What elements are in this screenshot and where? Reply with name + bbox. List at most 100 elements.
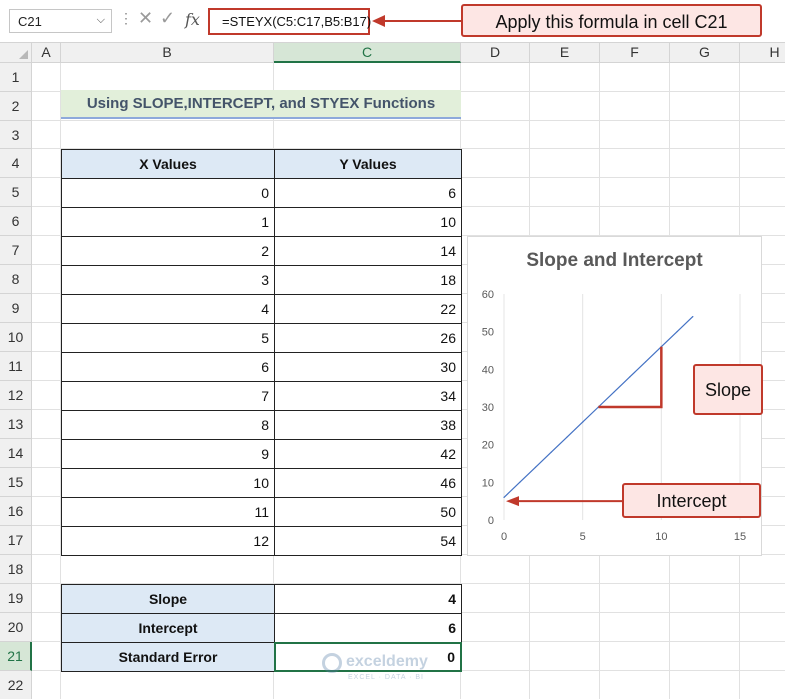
row-header-10[interactable]: 10 [0, 323, 32, 352]
data-point [550, 451, 552, 453]
y-tick-label: 0 [488, 515, 494, 527]
row-header-6[interactable]: 6 [0, 207, 32, 236]
row-header-19[interactable]: 19 [0, 584, 32, 613]
column-header-b[interactable]: B [61, 43, 274, 63]
y-value-cell-text: 14 [440, 243, 456, 259]
slope-value-text: 4 [448, 591, 456, 607]
column-header-h[interactable]: H [740, 43, 785, 63]
y-value-cell[interactable]: 54 [274, 526, 462, 556]
intercept-value-text: 6 [448, 620, 456, 636]
column-header-e[interactable]: E [530, 43, 600, 63]
row-header-2[interactable]: 2 [0, 92, 32, 121]
x-value-cell-text: 5 [261, 330, 269, 346]
x-value-cell[interactable]: 11 [61, 497, 275, 527]
row-header-1[interactable]: 1 [0, 63, 32, 92]
select-all-corner[interactable] [0, 43, 32, 63]
x-value-cell[interactable]: 7 [61, 381, 275, 411]
more-options-icon[interactable]: ⋮ [119, 10, 133, 27]
row-header-8[interactable]: 8 [0, 265, 32, 294]
slope-label[interactable]: Slope [61, 584, 275, 614]
x-value-cell[interactable]: 5 [61, 323, 275, 353]
x-value-cell-text: 9 [261, 446, 269, 462]
row-header-18[interactable]: 18 [0, 555, 32, 584]
y-value-cell[interactable]: 34 [274, 381, 462, 411]
standard-error-label[interactable]: Standard Error [61, 642, 275, 672]
y-value-cell[interactable]: 30 [274, 352, 462, 382]
column-header-d[interactable]: D [461, 43, 530, 63]
x-value-cell-text: 12 [253, 533, 269, 549]
intercept-arrow-icon [506, 496, 519, 507]
row-header-13[interactable]: 13 [0, 410, 32, 439]
enter-check-icon[interactable]: ✓ [160, 8, 175, 34]
x-value-cell[interactable]: 1 [61, 207, 275, 237]
x-value-cell[interactable]: 12 [61, 526, 275, 556]
column-header-f[interactable]: F [600, 43, 670, 63]
y-value-cell-text: 34 [440, 388, 456, 404]
y-value-cell[interactable]: 26 [274, 323, 462, 353]
x-value-cell[interactable]: 9 [61, 439, 275, 469]
row-header-17[interactable]: 17 [0, 526, 32, 555]
arrow-line [384, 20, 462, 22]
column-header-c[interactable]: C [274, 43, 461, 63]
x-value-cell[interactable]: 2 [61, 236, 275, 266]
y-value-cell[interactable]: 46 [274, 468, 462, 498]
x-value-cell[interactable]: 10 [61, 468, 275, 498]
name-box[interactable]: C21 ⌵ [9, 9, 112, 33]
column-header-a[interactable]: A [32, 43, 61, 63]
x-value-cell-text: 3 [261, 272, 269, 288]
intercept-value[interactable]: 6 [274, 613, 462, 643]
y-tick-label: 40 [482, 364, 494, 376]
formula-input[interactable]: =STEYX(C5:C17,B5:B17) [208, 8, 371, 35]
x-value-cell[interactable]: 8 [61, 410, 275, 440]
slope-value[interactable]: 4 [274, 584, 462, 614]
x-value-cell[interactable]: 3 [61, 265, 275, 295]
x-value-cell[interactable]: 0 [61, 178, 275, 208]
chevron-down-icon[interactable]: ⌵ [97, 14, 105, 27]
name-box-value: C21 [18, 14, 42, 29]
row-header-11[interactable]: 11 [0, 352, 32, 381]
y-value-cell[interactable]: 6 [274, 178, 462, 208]
row-header-3[interactable]: 3 [0, 121, 32, 149]
x-value-cell[interactable]: 6 [61, 352, 275, 382]
row-header-9[interactable]: 9 [0, 294, 32, 323]
cancel-icon[interactable]: ✕ [138, 8, 153, 34]
row-header-12[interactable]: 12 [0, 381, 32, 410]
x-value-cell-text: 2 [261, 243, 269, 259]
y-value-cell[interactable]: 42 [274, 439, 462, 469]
row-header-20[interactable]: 20 [0, 613, 32, 642]
row-header-21[interactable]: 21 [0, 642, 32, 671]
y-values-header-text: Y Values [339, 156, 397, 172]
sheet-title[interactable]: Using SLOPE,INTERCEPT, and STYEX Functio… [61, 90, 461, 119]
x-values-header-text: X Values [139, 156, 197, 172]
x-value-cell-text: 11 [254, 504, 269, 520]
row-header-16[interactable]: 16 [0, 497, 32, 526]
data-point [629, 376, 631, 378]
y-value-cell[interactable]: 14 [274, 236, 462, 266]
data-point [613, 391, 615, 393]
intercept-callout: Intercept [622, 483, 761, 518]
y-value-cell-text: 22 [440, 301, 456, 317]
row-header-14[interactable]: 14 [0, 439, 32, 468]
row-header-4[interactable]: 4 [0, 149, 32, 178]
x-value-cell-text: 1 [261, 214, 269, 230]
intercept-label[interactable]: Intercept [61, 613, 275, 643]
select-all-icon [19, 50, 28, 59]
y-value-cell[interactable]: 10 [274, 207, 462, 237]
row-header-5[interactable]: 5 [0, 178, 32, 207]
row-header-22[interactable]: 22 [0, 671, 32, 699]
insert-function-icon[interactable]: fx [185, 10, 200, 36]
y-value-cell[interactable]: 38 [274, 410, 462, 440]
row-header-15[interactable]: 15 [0, 468, 32, 497]
slope-callout: Slope [693, 364, 763, 415]
data-point [645, 361, 647, 363]
y-value-cell-text: 46 [440, 475, 456, 491]
y-value-cell[interactable]: 18 [274, 265, 462, 295]
y-values-header[interactable]: Y Values [274, 149, 462, 179]
x-values-header[interactable]: X Values [61, 149, 275, 179]
watermark-name: exceldemy [346, 653, 428, 670]
column-header-g[interactable]: G [670, 43, 740, 63]
y-value-cell[interactable]: 22 [274, 294, 462, 324]
y-value-cell[interactable]: 50 [274, 497, 462, 527]
x-value-cell[interactable]: 4 [61, 294, 275, 324]
row-header-7[interactable]: 7 [0, 236, 32, 265]
